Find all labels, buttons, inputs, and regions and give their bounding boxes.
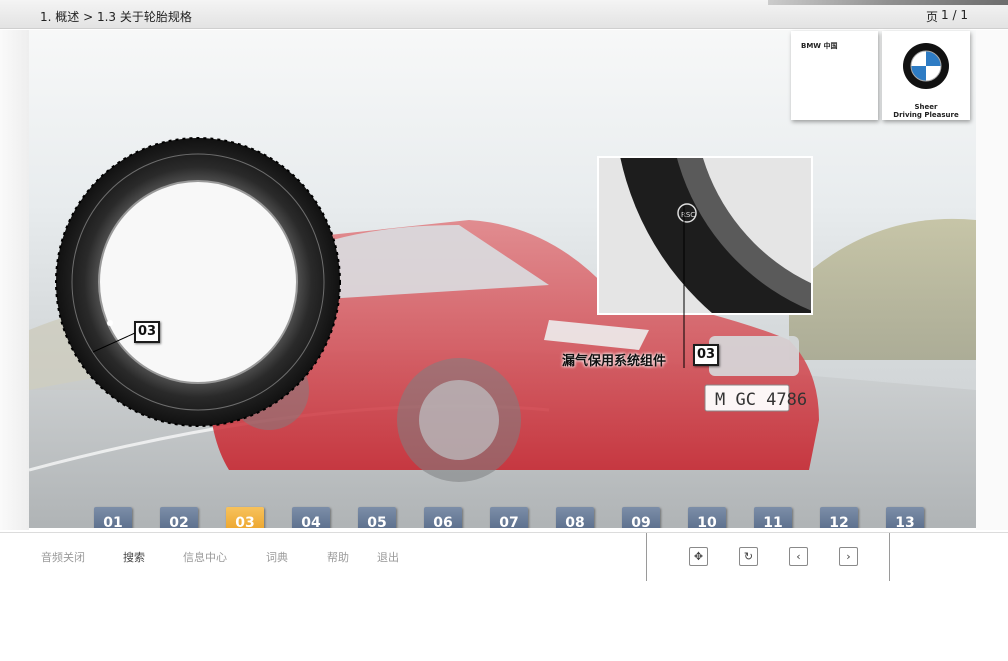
- left-margin: [0, 30, 29, 530]
- bmw-logo-card: Sheer Driving Pleasure: [882, 31, 970, 120]
- callout-03-left: 03: [134, 321, 160, 343]
- prev-icon[interactable]: ‹: [789, 547, 808, 566]
- help-link[interactable]: 帮助: [327, 549, 349, 565]
- nav-button-01[interactable]: 01: [94, 507, 132, 528]
- nav-button-07[interactable]: 07: [490, 507, 528, 528]
- nav-button-12[interactable]: 12: [820, 507, 858, 528]
- refresh-icon[interactable]: ↻: [739, 547, 758, 566]
- header-photo-strip: [768, 0, 1008, 5]
- tire-illustration: [55, 137, 341, 427]
- nav-button-02[interactable]: 02: [160, 507, 198, 528]
- right-margin: [976, 30, 1008, 530]
- nav-button-13[interactable]: 13: [886, 507, 924, 528]
- bmw-tagline: Sheer Driving Pleasure: [882, 103, 970, 119]
- nav-button-04[interactable]: 04: [292, 507, 330, 528]
- audio-off-link[interactable]: 音频关闭: [41, 549, 85, 565]
- breadcrumb: 1. 概述 > 1.3 关于轮胎规格: [40, 10, 192, 24]
- brand-card-china: BMW 中国: [791, 31, 878, 120]
- brand-card-label: BMW 中国: [801, 42, 838, 50]
- footer-toolbar: 音频关闭 搜索 信息中心 词典 帮助 退出 ✥ ↻ ‹ ›: [0, 532, 1008, 661]
- nav-button-06[interactable]: 06: [424, 507, 462, 528]
- callout-label-right: 漏气保用系统组件: [562, 354, 667, 369]
- footer-divider-right: [889, 533, 890, 581]
- bmw-roundel-icon: [903, 43, 949, 89]
- page-number: 1 / 1: [941, 8, 968, 22]
- bmw-tagline-line1: Sheer: [914, 103, 938, 111]
- nav-button-03[interactable]: 03: [226, 507, 264, 528]
- exit-link[interactable]: 退出: [377, 549, 399, 565]
- footer-divider-left: [646, 533, 647, 581]
- top-bar: 1. 概述 > 1.3 关于轮胎规格 页 1 / 1: [0, 0, 1008, 29]
- nav-button-05[interactable]: 05: [358, 507, 396, 528]
- page-label: 页: [925, 10, 938, 24]
- next-icon[interactable]: ›: [839, 547, 858, 566]
- nav-button-08[interactable]: 08: [556, 507, 594, 528]
- nav-button-11[interactable]: 11: [754, 507, 792, 528]
- callout-leader-right: [683, 206, 685, 368]
- nav-button-09[interactable]: 09: [622, 507, 660, 528]
- dictionary-link[interactable]: 词典: [266, 549, 288, 565]
- callout-leader-left: [92, 332, 136, 353]
- fit-icon[interactable]: ✥: [689, 547, 708, 566]
- search-link[interactable]: 搜索: [123, 549, 145, 565]
- bmw-tagline-line2: Driving Pleasure: [893, 111, 959, 119]
- callout-03-right: 03: [693, 344, 719, 366]
- info-center-link[interactable]: 信息中心: [183, 549, 227, 565]
- license-plate: M GC 4786: [715, 390, 807, 410]
- nav-button-10[interactable]: 10: [688, 507, 726, 528]
- tire-closeup: RSC: [597, 156, 813, 315]
